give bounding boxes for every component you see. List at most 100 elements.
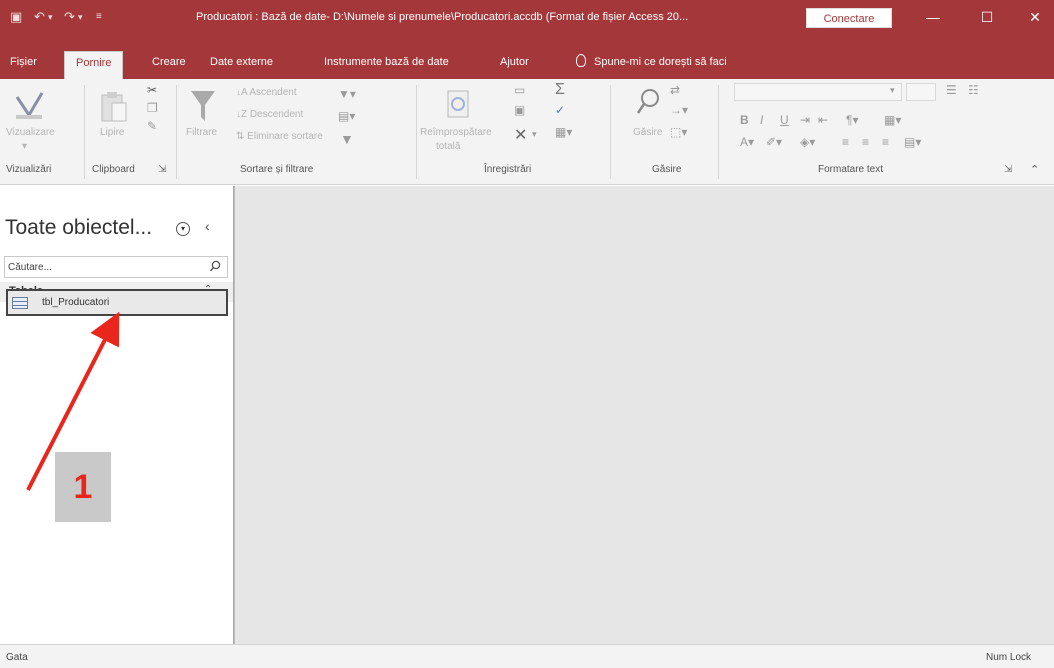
format-painter-icon[interactable]: ✎ [147, 119, 157, 133]
fill-color-icon[interactable]: ◈▾ [800, 135, 815, 149]
tell-me-box[interactable]: Spune-mi ce dorești să faci [576, 54, 727, 68]
ascending-label: Ascendent [249, 87, 297, 98]
descending-button[interactable]: ↓Z Descendent [236, 109, 303, 120]
save-record-icon[interactable]: ▣ [514, 103, 525, 117]
ribbon-tabs: Fișier Pornire Creare Date externe Instr… [0, 36, 1054, 79]
remove-sort-button[interactable]: ⇅ Eliminare sortare [236, 131, 323, 142]
redo-icon[interactable]: ↷ [64, 9, 75, 25]
tell-me-label: Spune-mi ce dorești să faci [594, 56, 727, 68]
ascending-icon: ↓A [236, 87, 250, 98]
align-center-icon[interactable]: ≡ [862, 135, 869, 149]
italic-icon[interactable]: I [760, 113, 763, 127]
filter-button[interactable]: Filtrare [186, 127, 217, 138]
font-name-select[interactable] [734, 83, 902, 101]
ascending-button[interactable]: ↓A Ascendent [236, 87, 297, 98]
window-title: Producatori : Bază de date- D:\Numele si… [196, 11, 689, 23]
delete-record-icon[interactable]: ✕ [514, 125, 527, 145]
undo-icon[interactable]: ↶ [34, 9, 45, 25]
paste-icon [101, 92, 127, 122]
totals-icon[interactable]: Σ [555, 81, 565, 99]
indent-increase-icon[interactable]: ⇥ [800, 113, 810, 127]
group-divider [718, 85, 719, 179]
tab-file[interactable]: Fișier [10, 56, 37, 68]
paste-button[interactable]: Lipire [100, 127, 124, 138]
nav-header[interactable]: Toate obiectel... ▾ ‹ [0, 186, 234, 242]
collapse-ribbon-icon[interactable]: ⌃ [1030, 163, 1039, 176]
alt-row-color-icon[interactable]: ▤▾ [904, 135, 921, 149]
tab-create[interactable]: Creare [152, 56, 186, 68]
numbering-icon[interactable]: ☷ [968, 83, 979, 97]
group-label-sort-filter: Sortare și filtrare [240, 164, 314, 175]
nav-item-tbl-producatori[interactable]: tbl_Producatori [6, 289, 228, 316]
filter-icon [191, 91, 215, 121]
gridlines-icon[interactable]: ▦▾ [884, 113, 901, 127]
view-icon [15, 92, 44, 119]
clipboard-launcher-icon[interactable]: ⇲ [158, 164, 166, 175]
maximize-button[interactable]: ☐ [972, 6, 1002, 28]
align-left-icon[interactable]: ≡ [842, 135, 849, 149]
font-size-select[interactable] [906, 83, 936, 101]
tab-help[interactable]: Ajutor [500, 56, 529, 68]
selection-icon[interactable]: ▼▾ [338, 87, 356, 101]
num-lock-indicator: Num Lock [986, 652, 1032, 663]
remove-sort-label: Eliminare sortare [247, 131, 323, 142]
nav-search-box[interactable] [4, 256, 228, 278]
search-icon[interactable] [209, 260, 221, 272]
find-icon [636, 89, 659, 114]
navigation-pane: Toate obiectel... ▾ ‹ Tabele ⌃ tbl_Produ… [0, 186, 234, 644]
customize-toolbar-icon[interactable]: ≡ [96, 11, 102, 22]
annotation-number: 1 [73, 468, 93, 506]
font-color-icon[interactable]: A▾ [740, 135, 754, 149]
replace-icon[interactable]: ⇄ [670, 83, 680, 97]
copy-icon[interactable]: ❐ [147, 101, 158, 115]
group-label-find: Găsire [652, 164, 682, 175]
close-button[interactable]: ✕ [1020, 6, 1050, 28]
find-button[interactable]: Găsire [633, 127, 662, 138]
redo-dropdown-icon[interactable]: ▾ [78, 12, 83, 23]
text-formatting-launcher-icon[interactable]: ⇲ [1004, 164, 1012, 175]
save-icon[interactable]: ▣ [10, 9, 22, 25]
collapse-pane-icon[interactable]: ‹ [205, 218, 210, 234]
title-bar: ▣ ↶ ▾ ↷ ▾ ≡ Producatori : Bază de date- … [0, 0, 1054, 36]
more-records-icon[interactable]: ▦▾ [555, 125, 572, 139]
tab-external-data[interactable]: Date externe [210, 56, 273, 68]
indent-decrease-icon[interactable]: ⇤ [818, 113, 828, 127]
nav-item-label: tbl_Producatori [42, 297, 110, 308]
tab-database-tools[interactable]: Instrumente bază de date [324, 56, 449, 68]
advanced-filter-icon[interactable]: ▤▾ [338, 109, 355, 123]
group-label-records: Înregistrări [484, 164, 532, 175]
align-right-icon[interactable]: ≡ [882, 135, 889, 149]
bold-icon[interactable]: B [740, 113, 749, 127]
select-icon[interactable]: ⬚▾ [670, 125, 687, 139]
tab-home[interactable]: Pornire [64, 51, 124, 79]
minimize-button[interactable]: — [918, 6, 948, 28]
toggle-filter-icon[interactable]: ▼ [340, 131, 354, 147]
group-label-clipboard: Clipboard [92, 164, 135, 175]
text-direction-icon[interactable]: ¶▾ [846, 113, 858, 127]
go-to-icon[interactable]: →▾ [670, 103, 688, 117]
connect-button[interactable]: Conectare [806, 8, 892, 28]
annotation-badge: 1 [55, 452, 111, 522]
delete-dropdown-icon[interactable]: ▾ [532, 129, 537, 140]
refresh-all-sub-label: totală [436, 141, 461, 152]
undo-dropdown-icon[interactable]: ▾ [48, 12, 53, 23]
bullets-icon[interactable]: ☰ [946, 83, 957, 97]
remove-sort-icon: ⇅ [236, 131, 248, 142]
search-input[interactable] [8, 260, 198, 274]
status-text: Gata [6, 652, 28, 663]
highlight-icon[interactable]: ✐▾ [766, 135, 782, 149]
view-button[interactable]: Vizualizare [6, 127, 55, 138]
descending-label: Descendent [249, 109, 304, 120]
group-divider [416, 85, 417, 179]
chevron-down-icon[interactable]: ▾ [176, 222, 190, 236]
refresh-icon [447, 90, 469, 118]
view-dropdown-icon[interactable]: ▾ [22, 141, 27, 152]
underline-icon[interactable]: U [780, 113, 789, 127]
group-divider [176, 85, 177, 179]
spelling-icon[interactable]: ✓ [555, 103, 565, 117]
cut-icon[interactable]: ✂ [147, 83, 157, 97]
new-record-icon[interactable]: ▭ [514, 83, 525, 97]
font-name-dropdown-icon[interactable]: ▾ [890, 85, 895, 96]
nav-title[interactable]: Toate obiectel... [5, 216, 152, 240]
refresh-all-button[interactable]: Reîmprospătare [420, 127, 492, 138]
